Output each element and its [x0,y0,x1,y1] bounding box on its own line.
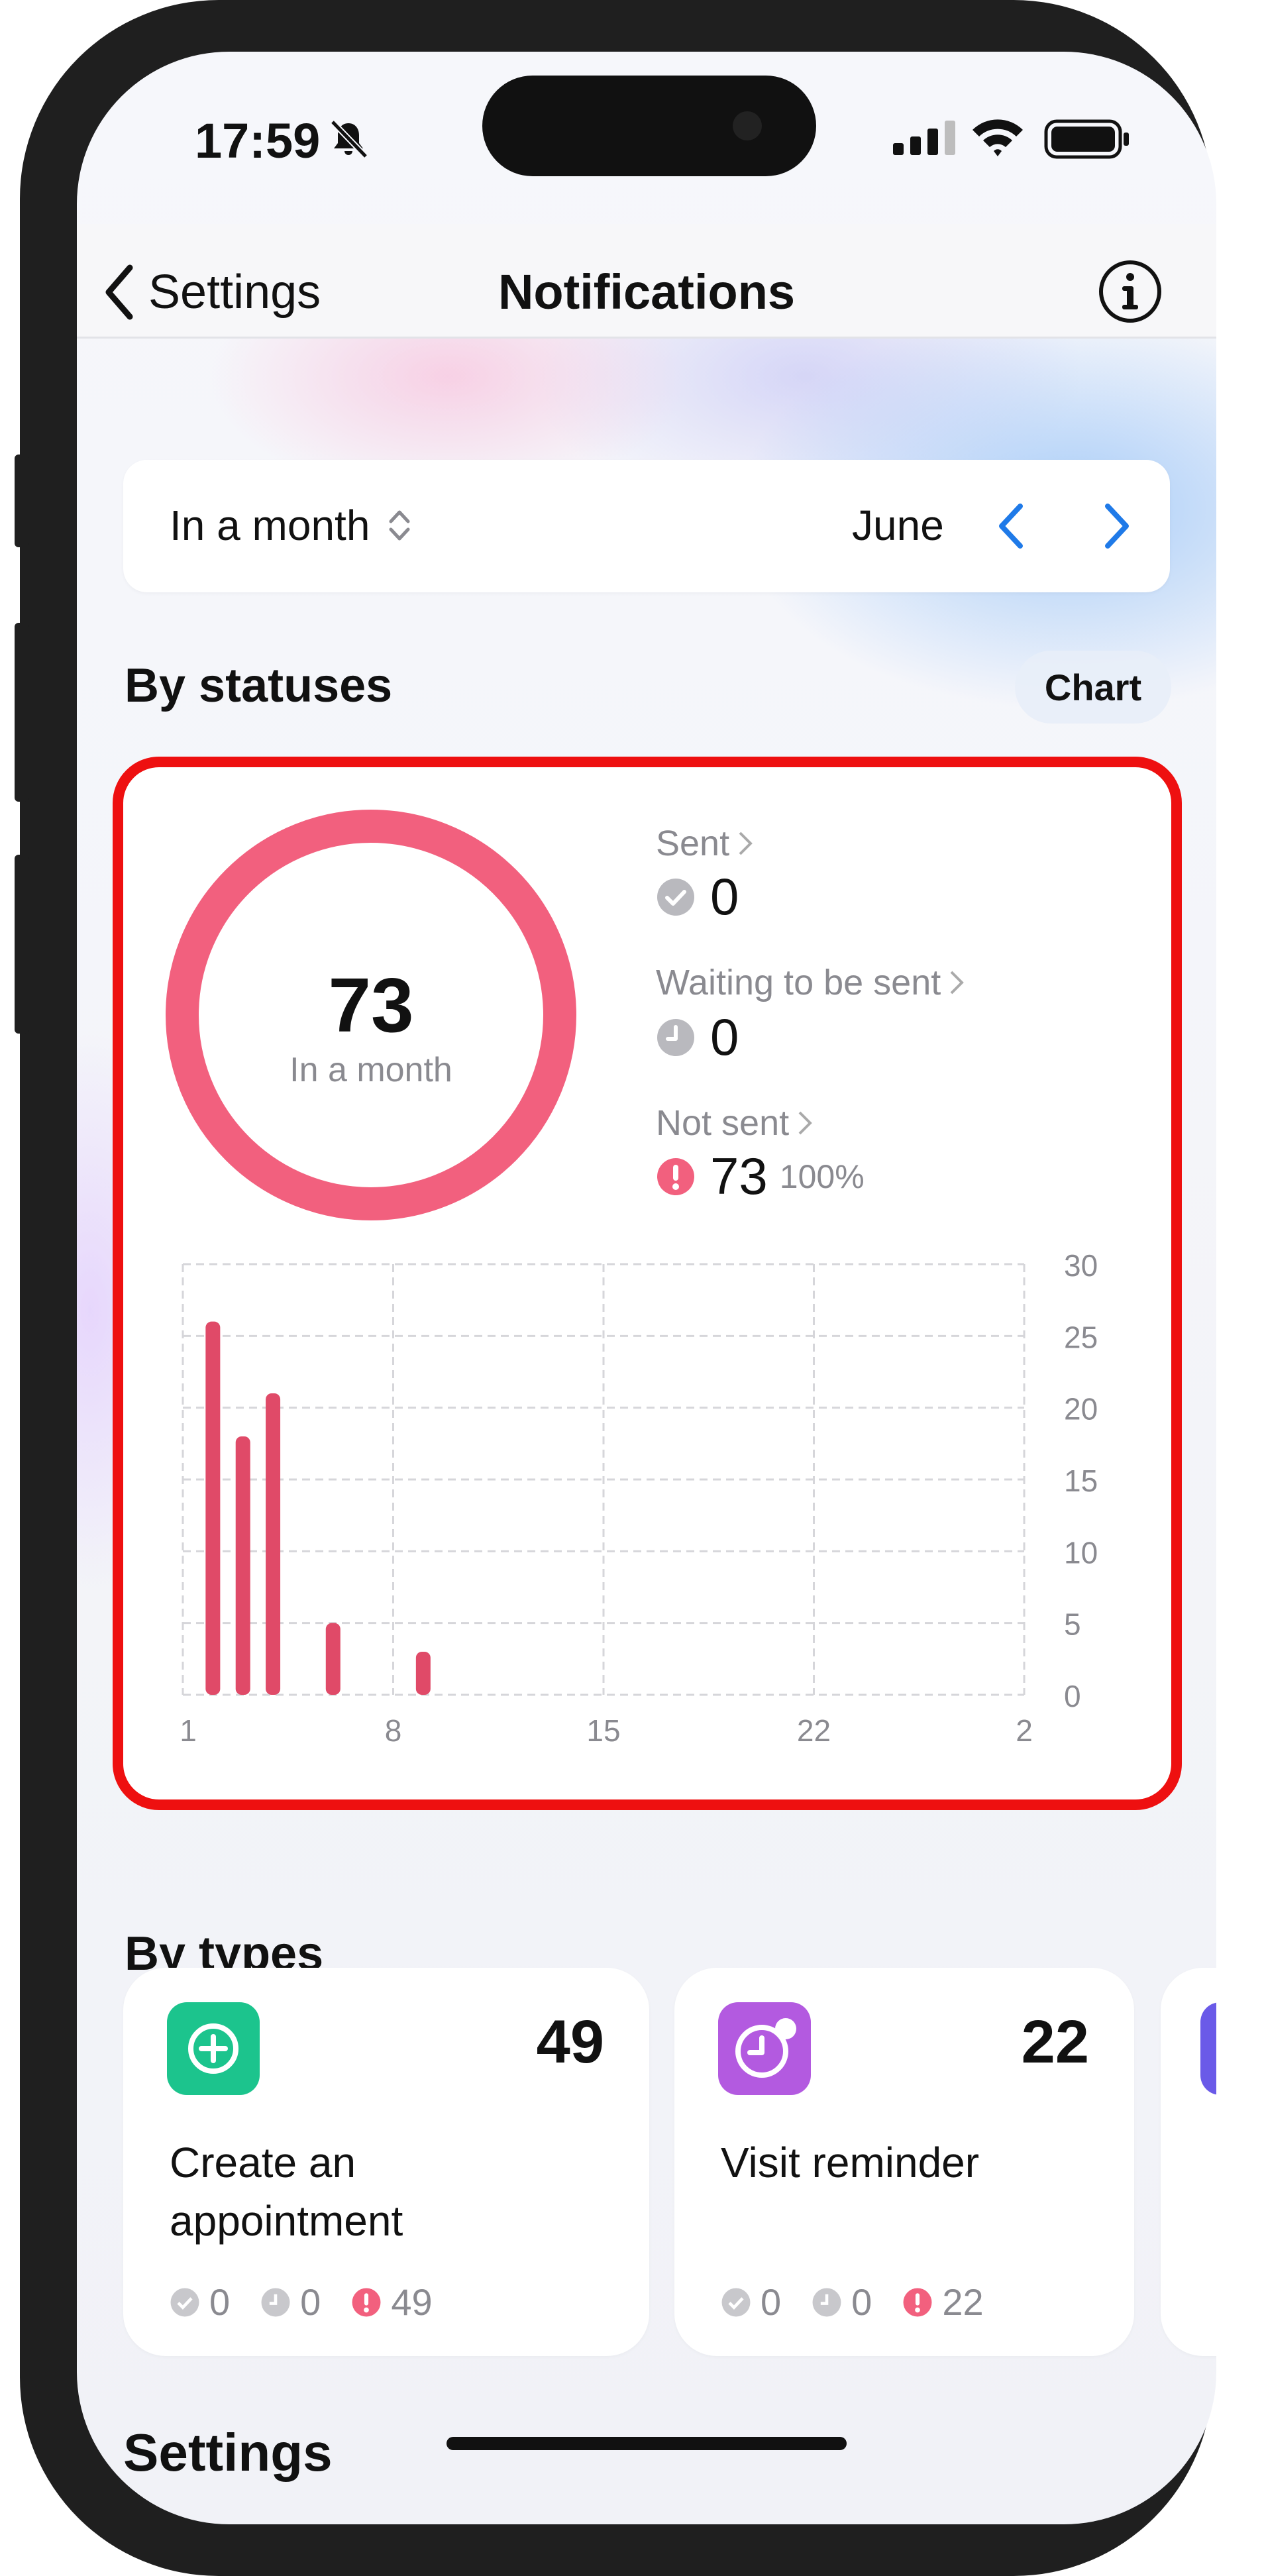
status-bar: 17:59 [77,52,1216,224]
type-stats: 0 0 22 [721,2281,1001,2324]
plus-icon [167,2002,260,2095]
info-icon[interactable] [1097,258,1163,325]
period-selector: In a month June [123,460,1170,592]
sent-value-row: 0 [656,867,739,927]
navigation-bar: Settings Notifications [77,224,1216,339]
type-stats: 0 0 49 [170,2281,450,2324]
type-count: 22 [1021,2008,1089,2076]
sent-link[interactable]: Sent [656,823,755,864]
clock: 17:59 [195,113,321,168]
donut-total: 73 [328,962,413,1048]
exclamation-icon [657,1157,694,1195]
total-donut: 73 In a month [166,810,576,1220]
not-sent-link[interactable]: Not sent [656,1102,814,1144]
y-tick-label: 30 [1064,1248,1098,1283]
waiting-link[interactable]: Waiting to be sent [656,962,966,1003]
previous-month-button[interactable] [991,500,1031,553]
bar-day-9 [415,1652,431,1695]
next-month-button[interactable] [1097,500,1137,553]
period-mode-dropdown[interactable]: In a month [170,501,413,550]
not-sent-value-row: 73 100% [656,1146,865,1207]
type-card-visit-reminder[interactable]: 22 Visit reminder 0 0 22 [674,1968,1134,2356]
muted-bell-icon [330,119,368,159]
type-waiting-count: 0 [300,2281,321,2323]
y-tick-label: 15 [1064,1464,1098,1498]
type-name: Create an appointment [170,2139,403,2245]
sent-label: Sent [656,824,730,863]
up-down-chevron-icon [389,510,410,541]
bar-day-2 [205,1321,221,1695]
exclamation-icon [903,2288,932,2316]
status-card-highlight: 73 In a month Sent 0 Waiting to be sent … [113,757,1182,1810]
front-camera [733,111,762,140]
clock-icon [261,2288,290,2316]
y-tick-label: 5 [1064,1607,1081,1642]
type-waiting-count: 0 [851,2281,872,2323]
daily-bar-chart: 0510152025301 8 15 22 2 [180,1248,1098,1748]
type-card-partial[interactable] [1161,1968,1216,2356]
sent-value: 0 [710,867,739,926]
battery-icon [1044,119,1129,159]
clock-icon [718,2002,811,2095]
not-sent-value: 73 [710,1147,768,1205]
type-sent-count: 0 [761,2281,782,2323]
statuses-section-title: By statuses [125,659,393,712]
x-tick-label: 1 [180,1713,197,1748]
status-card: 73 In a month Sent 0 Waiting to be sent … [123,767,1171,1799]
chart-button[interactable]: Chart [1015,651,1171,724]
x-tick-label: 22 [797,1713,831,1748]
dynamic-island [482,76,816,176]
clock-icon [657,1018,694,1056]
cellular-signal-icon [893,121,955,155]
type-count: 49 [536,2008,604,2076]
y-tick-label: 10 [1064,1535,1098,1570]
bar-day-3 [235,1436,250,1695]
y-tick-label: 25 [1064,1320,1098,1354]
chevron-right-icon [950,971,965,994]
check-icon [170,2288,199,2316]
type-sent-count: 0 [209,2281,231,2323]
volume-up-button [15,623,29,802]
y-tick-label: 20 [1064,1392,1098,1426]
exclamation-icon [352,2288,381,2316]
type-not-sent-count: 49 [391,2281,433,2323]
waiting-value: 0 [710,1008,739,1066]
x-tick-label: 15 [586,1713,620,1748]
wifi-icon [973,119,1023,156]
not-sent-percent: 100% [779,1157,865,1195]
donut-caption: In a month [290,1051,452,1089]
clock-icon [812,2288,841,2316]
type-not-sent-count: 22 [942,2281,984,2323]
period-mode-label: In a month [170,502,370,549]
bar-day-6 [325,1623,341,1695]
month-label: June [852,502,944,549]
bar-day-4 [266,1393,281,1695]
mute-switch [15,455,29,547]
waiting-value-row: 0 [656,1007,739,1067]
check-icon [721,2288,751,2316]
chevron-right-icon [739,832,753,855]
partial-type-icon [1200,2002,1216,2095]
waiting-label: Waiting to be sent [656,963,941,1002]
x-tick-label: 8 [385,1713,402,1748]
y-tick-label: 0 [1064,1679,1081,1713]
chevron-right-icon [798,1111,812,1135]
not-sent-label: Not sent [656,1103,790,1143]
settings-section-title: Settings [123,2423,333,2482]
volume-down-button [15,855,29,1034]
screen: 17:59 Settings Notifications In a month … [77,52,1216,2524]
type-name: Visit reminder [721,2139,980,2186]
x-tick-label: 2 [1016,1713,1033,1748]
home-indicator[interactable] [447,2437,847,2450]
type-card-create-appointment[interactable]: 49 Create an appointment 0 0 49 [123,1968,649,2356]
check-icon [657,878,694,916]
page-title: Notifications [498,264,796,319]
